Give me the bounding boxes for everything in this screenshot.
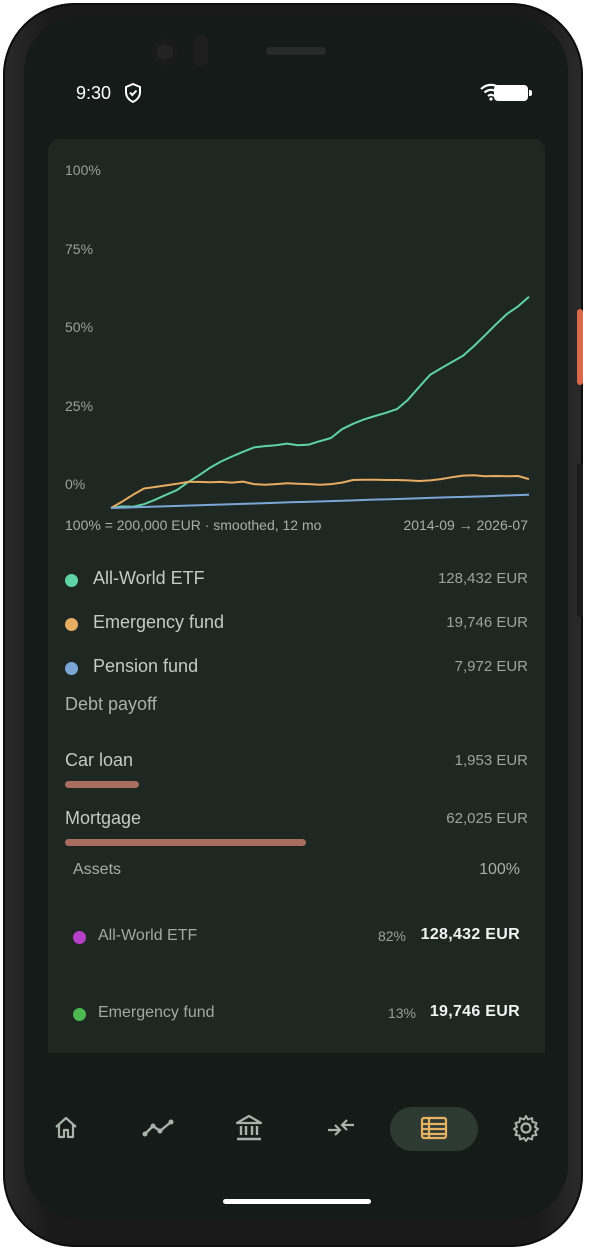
assets-title: Assets (73, 861, 122, 878)
status-time: 9:30 (76, 83, 112, 103)
asset-percent: 13% (387, 1005, 416, 1021)
debt-value: 1,953 EUR (454, 752, 528, 769)
power-button (577, 309, 583, 385)
legend-dot (65, 618, 78, 631)
legend-dot (65, 574, 78, 587)
bank-icon (235, 1114, 263, 1141)
volume-button (577, 463, 583, 617)
asset-dot (73, 1008, 86, 1021)
series-line (110, 493, 530, 509)
home-indicator[interactable] (223, 1199, 371, 1204)
bottom-navigation (24, 1103, 568, 1153)
legend-name: Emergency fund (93, 612, 225, 632)
sensor (194, 35, 208, 67)
nav-reports[interactable] (412, 1107, 456, 1149)
assets-total-pct: 100% (479, 861, 520, 878)
asset-dot (73, 931, 86, 944)
screen: 9:30 100% 75% 50% 25% 0% 100% = 200,000 (24, 17, 568, 1219)
asset-row[interactable]: Emergency fund 13% 19,746 EUR (73, 1001, 520, 1027)
vpn-shield-icon (125, 83, 141, 103)
asset-name: All-World ETF (98, 927, 198, 944)
nav-trends[interactable] (136, 1107, 180, 1149)
chart-scale-caption: 100% = 200,000 EUR · smoothed, 12 mo (65, 517, 322, 533)
battery-icon (494, 85, 532, 101)
debt-progress-bar (65, 781, 140, 788)
asset-value: 128,432 EUR (420, 926, 520, 943)
legend-dot (65, 662, 78, 675)
legend-value: 7,972 EUR (454, 658, 528, 675)
debt-name: Car loan (65, 750, 134, 770)
home-icon (55, 1116, 77, 1139)
nav-home[interactable] (44, 1107, 88, 1149)
transfer-icon (328, 1119, 354, 1136)
asset-row[interactable]: All-World ETF 82% 128,432 EUR (73, 924, 520, 950)
nav-accounts[interactable] (227, 1107, 271, 1149)
legend-item[interactable]: Emergency fund 19,746 EUR (65, 610, 528, 640)
debt-section-title: Debt payoff (65, 694, 157, 714)
y-tick-label: 50% (65, 319, 94, 335)
asset-percent: 82% (377, 928, 406, 944)
chart-range-caption: 2014-09 → 2026-07 (403, 517, 528, 533)
assets-header: Assets 100% (73, 861, 520, 879)
dashboard-card: 100% 75% 50% 25% 0% 100% = 200,000 EUR ·… (48, 139, 545, 1053)
speaker (266, 47, 326, 55)
list-icon (420, 1116, 448, 1140)
legend-item[interactable]: All-World ETF 128,432 EUR (65, 566, 528, 596)
y-tick-label: 0% (65, 476, 86, 492)
legend-value: 128,432 EUR (437, 570, 528, 587)
asset-value: 19,746 EUR (429, 1003, 520, 1020)
trend-icon (142, 1119, 174, 1137)
nav-transfers[interactable] (319, 1107, 363, 1149)
legend-item[interactable]: Pension fund 7,972 EUR (65, 654, 528, 684)
y-tick-label: 100% (65, 162, 101, 178)
status-bar: 9:30 (24, 77, 568, 109)
debt-progress-bar (65, 839, 306, 846)
phone-frame: 9:30 100% 75% 50% 25% 0% 100% = 200,000 (3, 3, 583, 1247)
debt-name: Mortgage (65, 808, 142, 828)
allocation-line-chart (110, 295, 530, 509)
debt-value: 62,025 EUR (446, 810, 528, 827)
camera-icon (152, 39, 178, 65)
nav-settings[interactable] (504, 1107, 548, 1149)
legend-name: Pension fund (93, 656, 199, 676)
y-tick-label: 25% (65, 398, 94, 414)
asset-name: Emergency fund (98, 1004, 215, 1021)
legend-name: All-World ETF (93, 568, 205, 588)
y-tick-label: 75% (65, 241, 94, 257)
settings-icon (513, 1115, 539, 1142)
legend-value: 19,746 EUR (446, 614, 528, 631)
